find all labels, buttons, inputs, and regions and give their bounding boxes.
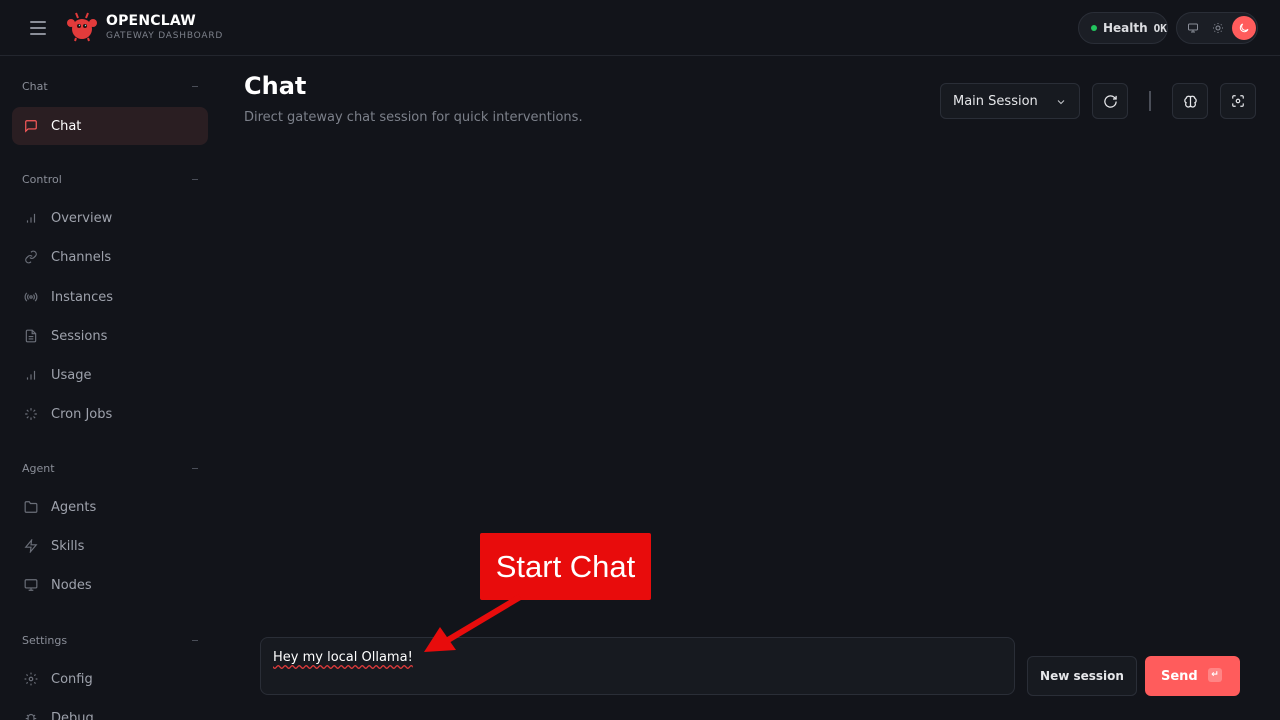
page-title: Chat: [244, 72, 307, 100]
sidebar-item-config[interactable]: Config: [12, 660, 208, 698]
enter-key-icon: ↵: [1208, 668, 1222, 682]
loader-icon: [24, 407, 38, 421]
sidebar-item-agents[interactable]: Agents: [12, 488, 208, 526]
sidebar-item-label: Chat: [51, 118, 82, 134]
moon-icon: [1239, 23, 1249, 33]
collapse-control-icon[interactable]: [192, 179, 198, 180]
health-value: OK: [1153, 21, 1167, 35]
sidebar-item-label: Debug: [51, 710, 94, 720]
monitor-icon: [24, 578, 38, 592]
sidebar-item-debug[interactable]: Debug: [12, 699, 208, 720]
section-label-control: Control: [22, 173, 62, 186]
page-subtitle: Direct gateway chat session for quick in…: [244, 110, 583, 125]
zap-icon: [24, 539, 38, 553]
theme-light-button[interactable]: [1206, 16, 1230, 40]
sidebar-item-label: Sessions: [51, 328, 108, 344]
sidebar-item-nodes[interactable]: Nodes: [12, 566, 208, 604]
sidebar-item-overview[interactable]: Overview: [12, 199, 208, 237]
sidebar-item-cron-jobs[interactable]: Cron Jobs: [12, 395, 208, 433]
menu-icon[interactable]: [30, 21, 46, 35]
sidebar-item-label: Skills: [51, 538, 85, 554]
sidebar-item-label: Usage: [51, 367, 92, 383]
sidebar-item-label: Channels: [51, 249, 112, 265]
brain-toggle-button[interactable]: [1172, 83, 1208, 119]
message-icon: [24, 119, 38, 133]
section-label-settings: Settings: [22, 634, 68, 647]
section-label-chat: Chat: [22, 80, 48, 93]
sidebar-item-channels[interactable]: Channels: [12, 238, 208, 276]
lobster-logo-icon: [67, 12, 97, 42]
brand-title: OPENCLAW: [106, 13, 196, 29]
bug-icon: [24, 711, 38, 720]
session-select-value: Main Session: [953, 93, 1038, 109]
refresh-button[interactable]: [1092, 83, 1128, 119]
sidebar-item-skills[interactable]: Skills: [12, 527, 208, 565]
brain-icon: [1183, 95, 1197, 108]
sidebar-item-label: Nodes: [51, 577, 92, 593]
section-label-agent: Agent: [22, 462, 55, 475]
sidebar-item-chat[interactable]: Chat: [12, 107, 208, 145]
message-input-value: Hey my local Ollama!: [273, 650, 413, 665]
sidebar-item-label: Config: [51, 671, 93, 687]
send-button-label: Send: [1161, 668, 1198, 684]
sidebar: Chat Chat Control Overview Channels Inst…: [0, 57, 220, 720]
theme-system-button[interactable]: [1181, 16, 1205, 40]
focus-icon: [1232, 95, 1244, 107]
bar-chart-icon: [24, 211, 38, 225]
file-icon: [24, 329, 38, 343]
top-bar: OPENCLAW GATEWAY DASHBOARD Health OK: [0, 0, 1280, 56]
theme-dark-button[interactable]: [1232, 16, 1256, 40]
radio-icon: [24, 290, 38, 304]
sidebar-item-instances[interactable]: Instances: [12, 278, 208, 316]
sidebar-item-label: Agents: [51, 499, 97, 515]
link-icon: [24, 250, 38, 264]
health-label: Health: [1103, 21, 1148, 35]
sun-icon: [1213, 23, 1223, 33]
sidebar-item-usage[interactable]: Usage: [12, 356, 208, 394]
sidebar-item-label: Instances: [51, 289, 114, 305]
toolbar-divider: [1149, 91, 1151, 111]
collapse-agent-icon[interactable]: [192, 468, 198, 469]
collapse-settings-icon[interactable]: [192, 640, 198, 641]
annotation-callout: Start Chat: [480, 533, 651, 600]
brand-subtitle: GATEWAY DASHBOARD: [106, 31, 224, 41]
sidebar-item-sessions[interactable]: Sessions: [12, 317, 208, 355]
bar-chart-icon: [24, 368, 38, 382]
refresh-icon: [1103, 94, 1117, 108]
theme-toggle-group: [1176, 12, 1258, 44]
gear-icon: [24, 672, 38, 686]
focus-mode-button[interactable]: [1220, 83, 1256, 119]
message-input[interactable]: Hey my local Ollama!: [260, 637, 1015, 695]
send-button[interactable]: Send ↵: [1145, 656, 1240, 696]
chevron-down-icon: [1057, 100, 1065, 105]
sidebar-item-label: Overview: [51, 210, 113, 226]
health-dot-icon: [1091, 25, 1097, 31]
sidebar-item-label: Cron Jobs: [51, 406, 113, 422]
new-session-button[interactable]: New session: [1027, 656, 1137, 696]
health-status-badge: Health OK: [1078, 12, 1168, 44]
monitor-icon: [1188, 23, 1198, 33]
collapse-chat-icon[interactable]: [192, 86, 198, 87]
session-select[interactable]: Main Session: [940, 83, 1080, 119]
folder-icon: [24, 500, 38, 514]
